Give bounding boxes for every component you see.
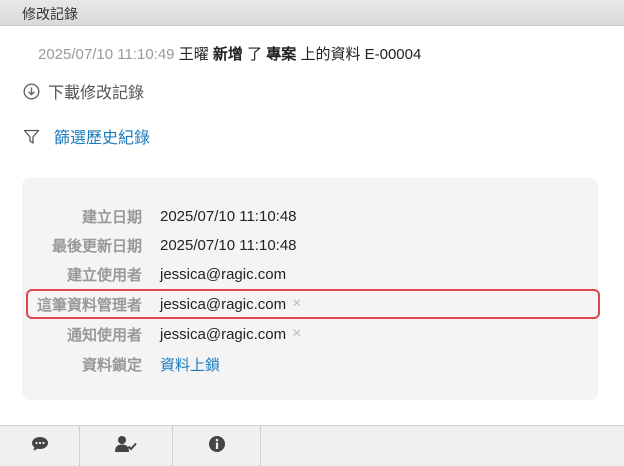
info-icon — [208, 435, 226, 458]
tab-followers[interactable] — [80, 426, 173, 466]
user-check-icon — [115, 435, 137, 458]
field-value: jessica@ragic.com — [160, 265, 287, 283]
log-entry: 2025/07/10 11:10:49 王曜 新增 了 專案 上的資料 E-00… — [38, 43, 421, 64]
field-notify-users: 通知使用者 jessica@ragic.com × — [22, 322, 598, 346]
field-label: 最後更新日期 — [51, 237, 142, 255]
comment-icon — [31, 436, 49, 457]
field-label: 通知使用者 — [66, 326, 142, 344]
filter-history-button[interactable]: 篩選歷史紀錄 — [22, 124, 150, 148]
filter-history-link: 篩選歷史紀錄 — [54, 130, 151, 147]
field-record-lock: 資料鎖定 資料上鎖 — [22, 352, 598, 376]
log-action: 新增 — [212, 46, 243, 63]
log-user: 王曜 — [178, 46, 209, 63]
download-log-button[interactable]: 下載修改記錄 — [22, 79, 144, 103]
field-created-by: 建立使用者 jessica@ragic.com — [22, 262, 598, 286]
log-particle: 了 — [247, 46, 263, 63]
tab-info[interactable] — [173, 426, 261, 466]
field-value: 2025/07/10 11:10:48 — [160, 236, 297, 254]
lock-record-link[interactable]: 資料上鎖 — [160, 354, 220, 375]
field-last-updated: 最後更新日期 2025/07/10 11:10:48 — [22, 233, 598, 257]
download-log-label: 下載修改記錄 — [48, 85, 145, 102]
remove-notify-icon[interactable]: × — [292, 325, 301, 343]
tab-comments[interactable] — [0, 426, 80, 466]
bottom-toolbar — [0, 425, 624, 466]
panel-title: 修改記錄 — [22, 6, 78, 22]
log-target: 專案 — [266, 46, 297, 63]
field-value-wrap: jessica@ragic.com × — [160, 325, 301, 343]
log-timestamp: 2025/07/10 11:10:49 — [38, 46, 175, 63]
field-label: 建立日期 — [81, 208, 142, 226]
notify-email: jessica@ragic.com — [160, 325, 287, 343]
field-label: 建立使用者 — [66, 266, 142, 284]
log-suffix: 上的資料 E-00004 — [300, 46, 422, 63]
field-label: 資料鎖定 — [81, 356, 142, 374]
download-circle-icon — [22, 82, 40, 100]
field-value: 2025/07/10 11:10:48 — [160, 207, 297, 225]
filter-icon — [22, 127, 40, 145]
highlight-box — [26, 289, 600, 319]
field-created-date: 建立日期 2025/07/10 11:10:48 — [22, 204, 598, 228]
panel-header: 修改記錄 — [0, 0, 624, 26]
